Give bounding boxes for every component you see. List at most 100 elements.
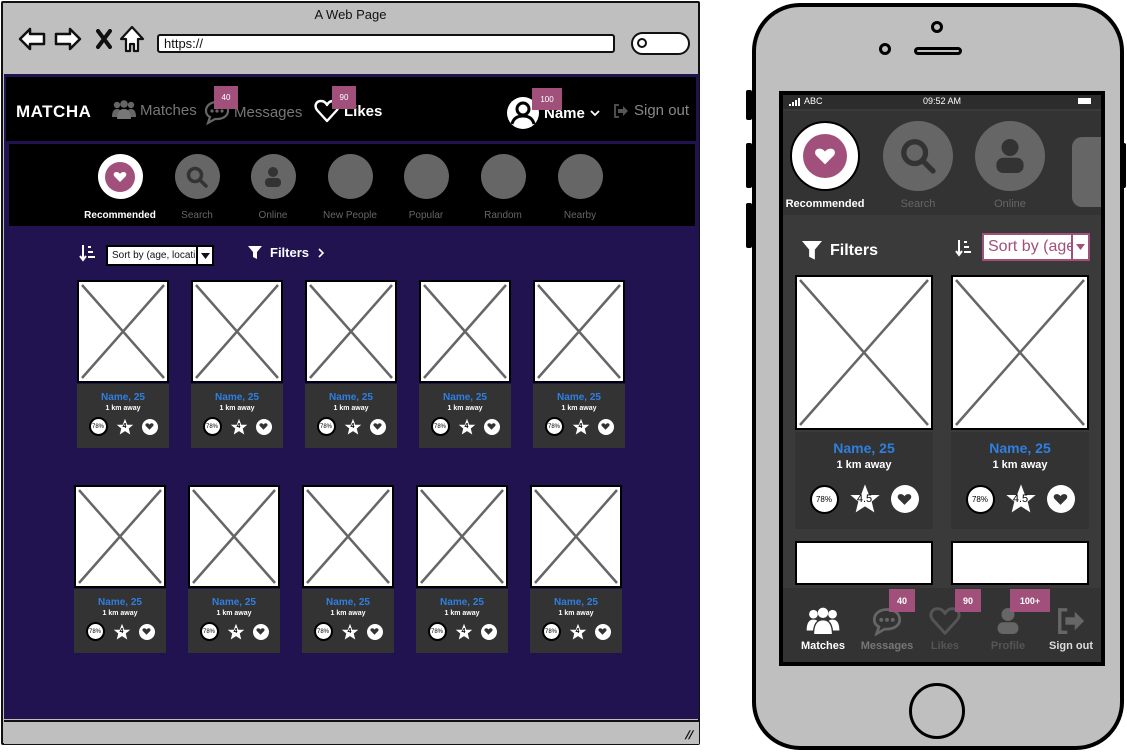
category-search[interactable]: Search: [157, 154, 237, 221]
mobile-sort-order-button[interactable]: [955, 239, 973, 262]
image-placeholder-icon: [192, 489, 276, 584]
profile-distance: 1 km away: [330, 610, 366, 617]
category-online[interactable]: Online: [233, 154, 313, 221]
phone-home-button[interactable]: [909, 683, 965, 739]
rating: 4: [230, 418, 248, 436]
profile-distance: 1 km away: [444, 610, 480, 617]
profile-name[interactable]: Name, 25: [416, 597, 508, 608]
like-button[interactable]: [255, 418, 272, 435]
profile-name[interactable]: Name, 25: [77, 392, 169, 403]
profile-photo[interactable]: [188, 485, 280, 588]
profile-photo[interactable]: [191, 280, 283, 383]
forward-button[interactable]: [53, 25, 83, 53]
profile-card[interactable]: Name, 25 1 km away 78% 4: [416, 485, 508, 653]
profile-card[interactable]: Name, 25 1 km away 78% 4.5: [951, 275, 1089, 529]
mobile-filters-button[interactable]: Filters: [802, 241, 878, 261]
profile-card-partial[interactable]: [795, 541, 933, 585]
url-bar[interactable]: https://: [157, 34, 615, 53]
mobile-category-partial[interactable]: [1072, 137, 1101, 207]
match-percentage: 78%: [316, 417, 336, 436]
like-button[interactable]: [597, 418, 614, 435]
profile-photo[interactable]: [419, 280, 511, 383]
profile-name[interactable]: Name, 25: [191, 392, 283, 403]
profile-name[interactable]: Name, 25: [74, 597, 166, 608]
profile-card[interactable]: Name, 25 1 km away 78% 4: [302, 485, 394, 653]
sort-order-button[interactable]: [79, 244, 97, 267]
profile-photo[interactable]: [74, 485, 166, 588]
tab-signout[interactable]: Sign out: [1039, 606, 1101, 652]
nav-signout[interactable]: Sign out: [613, 102, 689, 119]
profile-card[interactable]: Name, 25 1 km away 78% 4: [188, 485, 280, 653]
profile-photo[interactable]: [533, 280, 625, 383]
close-icon: [96, 29, 112, 49]
profile-photo[interactable]: [302, 485, 394, 588]
profile-photo[interactable]: [305, 280, 397, 383]
profile-card-partial[interactable]: [951, 541, 1089, 585]
mobile-sort-dropdown[interactable]: Sort by (age: [982, 233, 1090, 261]
profile-name[interactable]: Name, 25: [302, 597, 394, 608]
like-button[interactable]: [594, 623, 611, 640]
profile-name[interactable]: Name, 25: [188, 597, 280, 608]
profile-name[interactable]: Name, 25: [951, 440, 1089, 456]
mobile-category-online[interactable]: Online: [965, 121, 1055, 210]
like-button[interactable]: [369, 418, 386, 435]
like-button[interactable]: [141, 418, 158, 435]
browser-status-bar: //: [4, 720, 699, 744]
tab-likes[interactable]: Likes: [913, 606, 977, 652]
filters-button[interactable]: Filters: [248, 245, 325, 260]
profile-actions: 78% 4: [419, 417, 511, 436]
like-button[interactable]: [890, 485, 919, 513]
funnel-icon: [248, 245, 262, 259]
rating-value: 4: [575, 627, 580, 635]
mobile-category-search[interactable]: Search: [873, 121, 963, 210]
like-button[interactable]: [138, 623, 155, 640]
like-button[interactable]: [480, 623, 497, 640]
profile-photo[interactable]: [951, 275, 1089, 430]
image-placeholder-icon: [81, 284, 165, 379]
stop-button[interactable]: [89, 25, 119, 53]
profile-card[interactable]: Name, 25 1 km away 78% 4: [74, 485, 166, 653]
home-button[interactable]: [117, 25, 147, 53]
tab-profile[interactable]: Profile: [976, 606, 1040, 652]
category-new-people[interactable]: New People: [310, 154, 390, 221]
category-popular[interactable]: Popular: [386, 154, 466, 221]
like-button[interactable]: [252, 623, 269, 640]
profile-name[interactable]: Name, 25: [419, 392, 511, 403]
profile-name[interactable]: Name, 25: [795, 440, 933, 456]
resize-grip-icon[interactable]: //: [684, 728, 696, 742]
messages-badge: 40: [214, 86, 238, 109]
category-nearby[interactable]: Nearby: [540, 154, 620, 221]
mobile-category-recommended[interactable]: Recommended: [783, 121, 870, 210]
category-label: Recommended: [84, 210, 156, 221]
profile-name[interactable]: Name, 25: [530, 597, 622, 608]
tab-matches[interactable]: Matches: [791, 606, 855, 652]
profile-card[interactable]: Name, 25 1 km away 78% 4.5: [795, 275, 933, 529]
image-placeholder-icon: [420, 489, 504, 584]
back-button[interactable]: [17, 25, 47, 53]
profile-photo[interactable]: [795, 275, 933, 430]
profile-card[interactable]: Name, 25 1 km away 78% 4: [530, 485, 622, 653]
profile-card[interactable]: Name, 25 1 km away 78% 4: [533, 280, 625, 448]
like-button[interactable]: [1046, 485, 1075, 513]
heart-icon: [373, 423, 382, 430]
tab-messages[interactable]: Messages: [855, 606, 919, 652]
battery-icon: [1078, 98, 1091, 104]
profile-card[interactable]: Name, 25 1 km away 78% 4: [191, 280, 283, 448]
profile-photo[interactable]: [416, 485, 508, 588]
browser-search-field[interactable]: [631, 32, 690, 55]
logo[interactable]: MATCHA: [16, 102, 91, 122]
profile-card[interactable]: Name, 25 1 km away 78% 4: [305, 280, 397, 448]
category-recommended[interactable]: Recommended: [80, 154, 160, 221]
sort-dropdown[interactable]: Sort by (age, locati: [106, 245, 214, 266]
category-random[interactable]: Random: [463, 154, 543, 221]
profile-name[interactable]: Name, 25: [305, 392, 397, 403]
like-button[interactable]: [366, 623, 383, 640]
profile-photo[interactable]: [77, 280, 169, 383]
profile-card[interactable]: Name, 25 1 km away 78% 4: [77, 280, 169, 448]
profile-photo[interactable]: [530, 485, 622, 588]
category-circle-inner: [803, 134, 847, 178]
like-button[interactable]: [483, 418, 500, 435]
profile-name[interactable]: Name, 25: [533, 392, 625, 403]
profile-card[interactable]: Name, 25 1 km away 78% 4: [419, 280, 511, 448]
nav-matches[interactable]: Matches: [112, 99, 197, 121]
